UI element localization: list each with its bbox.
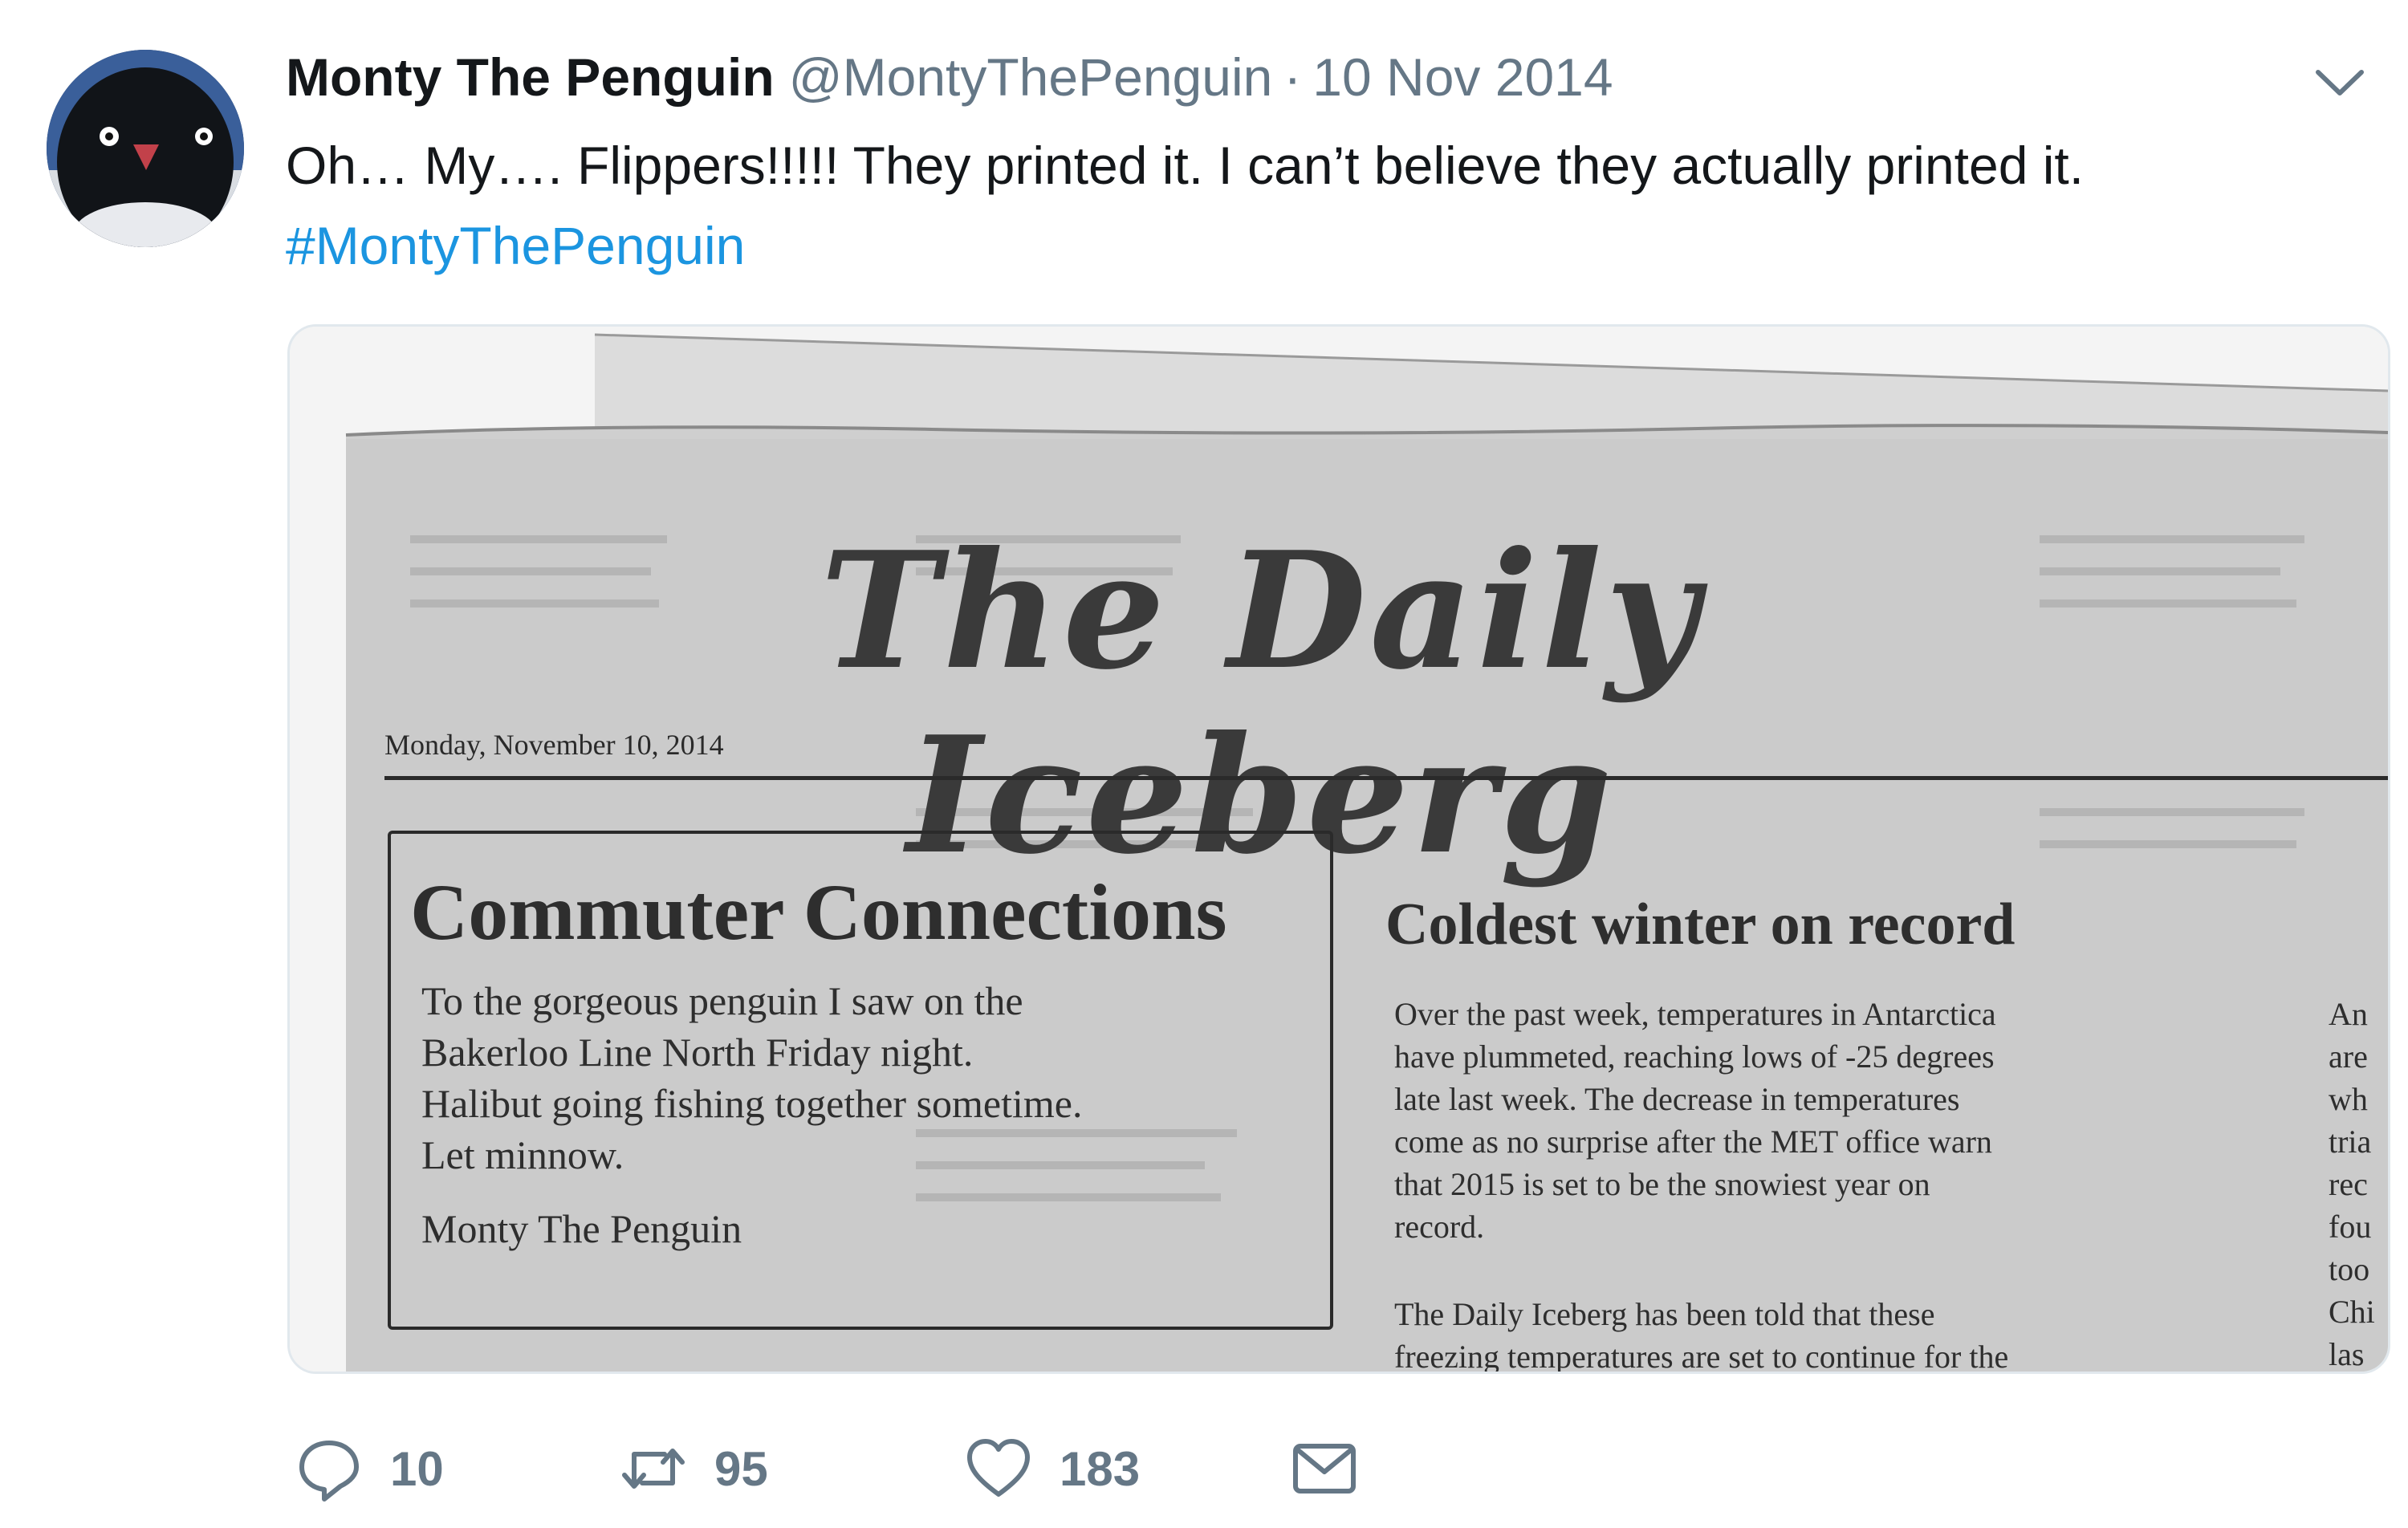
edge-word: fou (2329, 1209, 2372, 1245)
edge-word: too (2329, 1251, 2370, 1287)
tweet-media-image[interactable]: The Daily Iceberg Monday, November 10, 2… (287, 324, 2390, 1374)
heart-icon (967, 1439, 1030, 1497)
tweet-date[interactable]: 10 Nov 2014 (1312, 47, 1613, 107)
article-paragraph: Over the past week, temperatures in Anta… (1394, 993, 2197, 1248)
retweet-count: 95 (714, 1441, 768, 1496)
chevron-down-icon[interactable] (2312, 58, 2368, 106)
edge-word: tria (2329, 1124, 2372, 1160)
article-paragraph: The Daily Iceberg has been told that the… (1394, 1293, 2197, 1374)
tweet-text: Oh… My…. Flippers!!!!! They printed it. … (286, 136, 2085, 195)
article-line: have plummeted, reaching lows of -25 deg… (1394, 1038, 1995, 1075)
ad-line: Bakerloo Line North Friday night. (421, 1030, 974, 1075)
edge-word: wh (2329, 1081, 2368, 1117)
edge-word: las (2329, 1336, 2365, 1372)
reply-count: 10 (390, 1441, 444, 1496)
ad-line: Halibut going fishing together sometime. (421, 1081, 1083, 1126)
article-line: late last week. The decrease in temperat… (1394, 1081, 1960, 1117)
direct-message-button[interactable] (1291, 1428, 1358, 1509)
header-separator: · (1283, 47, 1302, 107)
retweet-icon (622, 1449, 685, 1489)
ad-box-signature: Monty The Penguin (421, 1206, 742, 1251)
reply-icon (299, 1441, 359, 1502)
cut-off-column: An are wh tria rec fou too Chi las (2329, 993, 2388, 1372)
newspaper-date: Monday, November 10, 2014 (384, 729, 724, 761)
edge-word: rec (2329, 1166, 2368, 1202)
envelope-icon (1293, 1444, 1356, 1493)
hashtag-link[interactable]: #MontyThePenguin (286, 205, 745, 286)
user-handle[interactable]: @MontyThePenguin (789, 47, 1273, 107)
tweet-header: Monty The Penguin @MontyThePenguin · 10 Nov… (286, 42, 1613, 112)
like-button[interactable]: 183 (965, 1428, 1140, 1509)
article-line: The Daily Iceberg has been told that the… (1394, 1296, 1935, 1332)
edge-word: are (2329, 1038, 2368, 1075)
article-line: Over the past week, temperatures in Anta… (1394, 996, 1996, 1032)
reply-button[interactable]: 10 (295, 1428, 444, 1509)
edge-word: An (2329, 996, 2368, 1032)
ad-box-heading: Commuter Connections (410, 868, 1227, 957)
avatar[interactable] (47, 50, 244, 247)
edge-word: Chi (2329, 1294, 2375, 1330)
article-body: Over the past week, temperatures in Anta… (1394, 993, 2197, 1374)
article-line: freezing temperatures are set to continu… (1394, 1339, 2009, 1374)
newspaper-rule (384, 776, 2388, 780)
ad-line: To the gorgeous penguin I saw on the (421, 978, 1023, 1023)
ad-line: Let minnow. (421, 1132, 624, 1177)
article-line: that 2015 is set to be the snowiest year… (1394, 1166, 1930, 1202)
article-line: record. (1394, 1209, 1485, 1245)
like-count: 183 (1060, 1441, 1141, 1496)
retweet-button[interactable]: 95 (620, 1428, 768, 1509)
penguin-avatar-image (47, 50, 244, 247)
article-line: come as no surprise after the MET office… (1394, 1124, 1992, 1160)
article-heading: Coldest winter on record (1385, 892, 2015, 957)
ad-box-body: To the gorgeous penguin I saw on the Bak… (421, 975, 1320, 1181)
display-name[interactable]: Monty The Penguin (286, 47, 775, 107)
